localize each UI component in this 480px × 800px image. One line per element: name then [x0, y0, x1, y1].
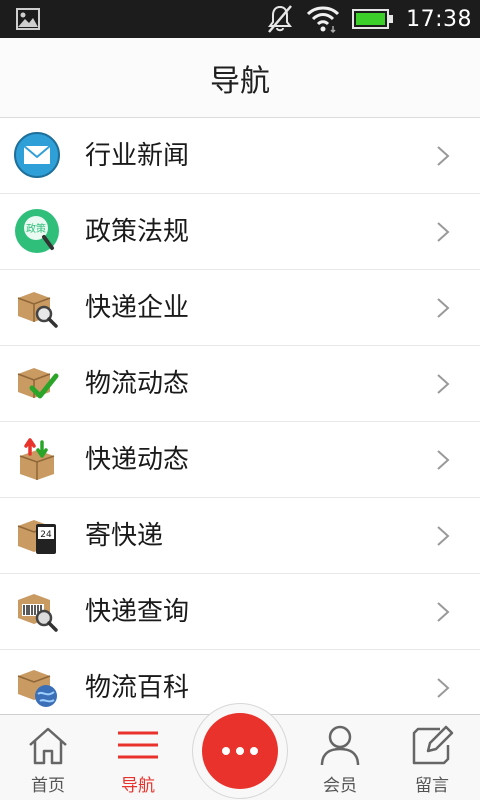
menu-icon — [118, 731, 158, 759]
package-arrows-icon — [19, 438, 55, 480]
more-dots-icon — [250, 747, 258, 755]
nav-item-label: 行业新闻 — [85, 141, 190, 171]
svg-text:政策: 政策 — [26, 222, 46, 235]
package-search-icon — [17, 292, 58, 328]
barcode-search-icon — [18, 594, 58, 632]
home-icon — [29, 727, 67, 765]
image-notification-icon — [16, 8, 40, 30]
nav-item-label: 快递查询 — [85, 597, 190, 627]
more-dots-icon — [222, 747, 230, 755]
svg-text:24: 24 — [40, 530, 52, 540]
nav-item-label: 寄快递 — [85, 521, 164, 551]
tab-navigation-label: 导航 — [121, 776, 155, 796]
notifications-muted-icon — [268, 5, 293, 33]
nav-item-label: 快递企业 — [85, 293, 190, 323]
chevron-right-icon — [437, 222, 450, 242]
nav-item-courier-companies[interactable]: 快递企业 — [0, 270, 480, 346]
tab-message[interactable]: 留言 — [384, 715, 480, 800]
chevron-right-icon — [437, 526, 450, 546]
nav-item-label: 物流百科 — [85, 673, 190, 703]
user-icon — [320, 725, 360, 766]
nav-item-courier-news[interactable]: 快递动态 — [0, 422, 480, 498]
nav-item-label: 快递动态 — [85, 445, 190, 475]
package-24h-icon: 24 — [17, 520, 56, 554]
status-time: 17:38 — [406, 6, 472, 32]
chevron-right-icon — [437, 374, 450, 394]
tab-home-label: 首页 — [31, 776, 65, 796]
nav-item-logistics-news[interactable]: 物流动态 — [0, 346, 480, 422]
chevron-right-icon — [437, 602, 450, 622]
tab-home[interactable]: 首页 — [0, 715, 96, 800]
tab-message-label: 留言 — [415, 776, 449, 796]
chevron-right-icon — [437, 298, 450, 318]
nav-item-tracking-query[interactable]: 快递查询 — [0, 574, 480, 650]
nav-item-policy[interactable]: 政策 政策法规 — [0, 194, 480, 270]
chevron-right-icon — [437, 678, 450, 698]
tab-navigation[interactable]: 导航 — [90, 715, 186, 800]
bottom-tab-bar: 首页 导航 会员 留言 — [0, 703, 480, 800]
nav-item-industry-news[interactable]: 行业新闻 — [0, 118, 480, 194]
nav-item-send-express[interactable]: 24 寄快递 — [0, 498, 480, 574]
tab-member-label: 会员 — [323, 776, 357, 796]
tab-member[interactable]: 会员 — [292, 715, 388, 800]
wifi-icon — [307, 6, 340, 34]
nav-list: 行业新闻 政策 政策法规 快递企业 物流动态 快递动态 24 寄快递 快递查询 … — [0, 118, 480, 714]
policy-icon: 政策 — [15, 209, 59, 253]
chevron-right-icon — [437, 450, 450, 470]
package-check-icon — [17, 368, 59, 399]
status-bar: 17:38 — [0, 0, 480, 38]
nav-item-label: 物流动态 — [85, 369, 190, 399]
page-title: 导航 — [210, 63, 270, 99]
more-dots-icon — [236, 747, 244, 755]
mail-icon — [14, 132, 60, 178]
chevron-right-icon — [437, 146, 450, 166]
battery-icon — [352, 9, 394, 29]
package-globe-icon — [17, 670, 57, 707]
nav-item-label: 政策法规 — [85, 217, 190, 247]
more-button[interactable] — [202, 713, 278, 789]
page-header: 导航 — [0, 38, 480, 118]
edit-icon — [412, 725, 454, 765]
